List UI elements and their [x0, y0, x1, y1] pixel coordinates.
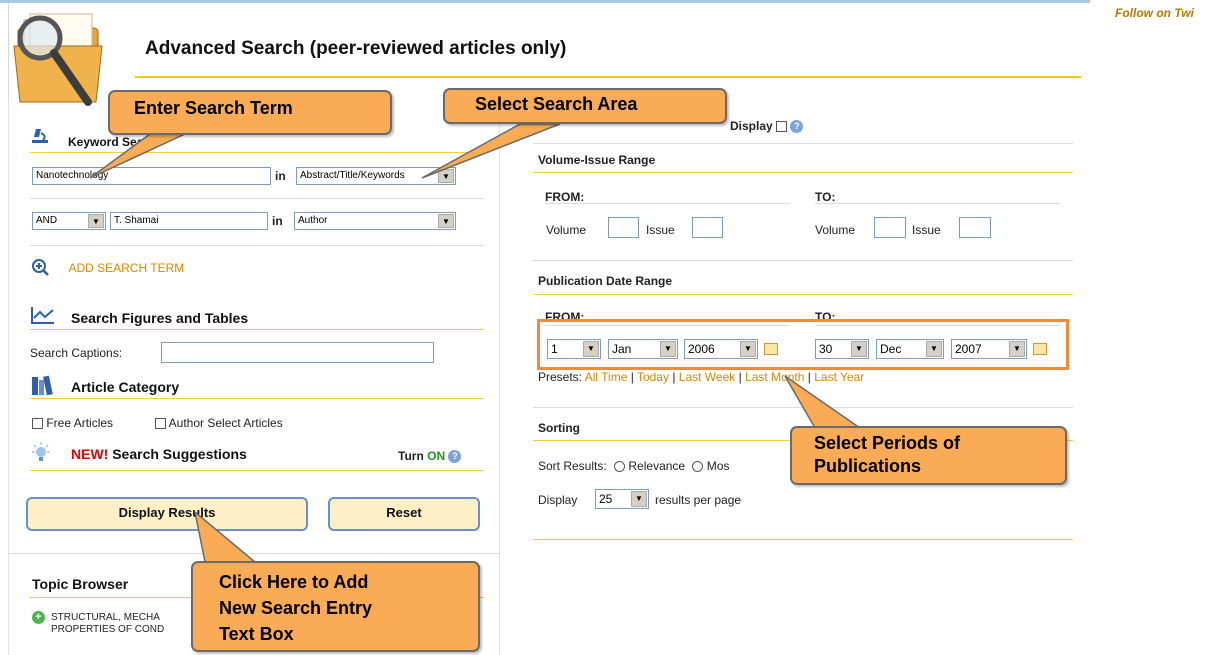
enter-search-term-callout: Enter Search Term [108, 90, 392, 135]
select-periods-callout: Select Periods of Publications [790, 426, 1067, 485]
callout-line: Select Periods of [814, 433, 961, 453]
callout-line: Click Here to Add [219, 572, 369, 592]
callout-line: Text Box [219, 624, 294, 644]
click-here-callout: Click Here to Add New Search Entry Text … [191, 561, 480, 652]
callout-line: New Search Entry [219, 598, 373, 618]
callout-line: Publications [814, 456, 922, 476]
select-search-area-callout: Select Search Area [443, 88, 727, 124]
